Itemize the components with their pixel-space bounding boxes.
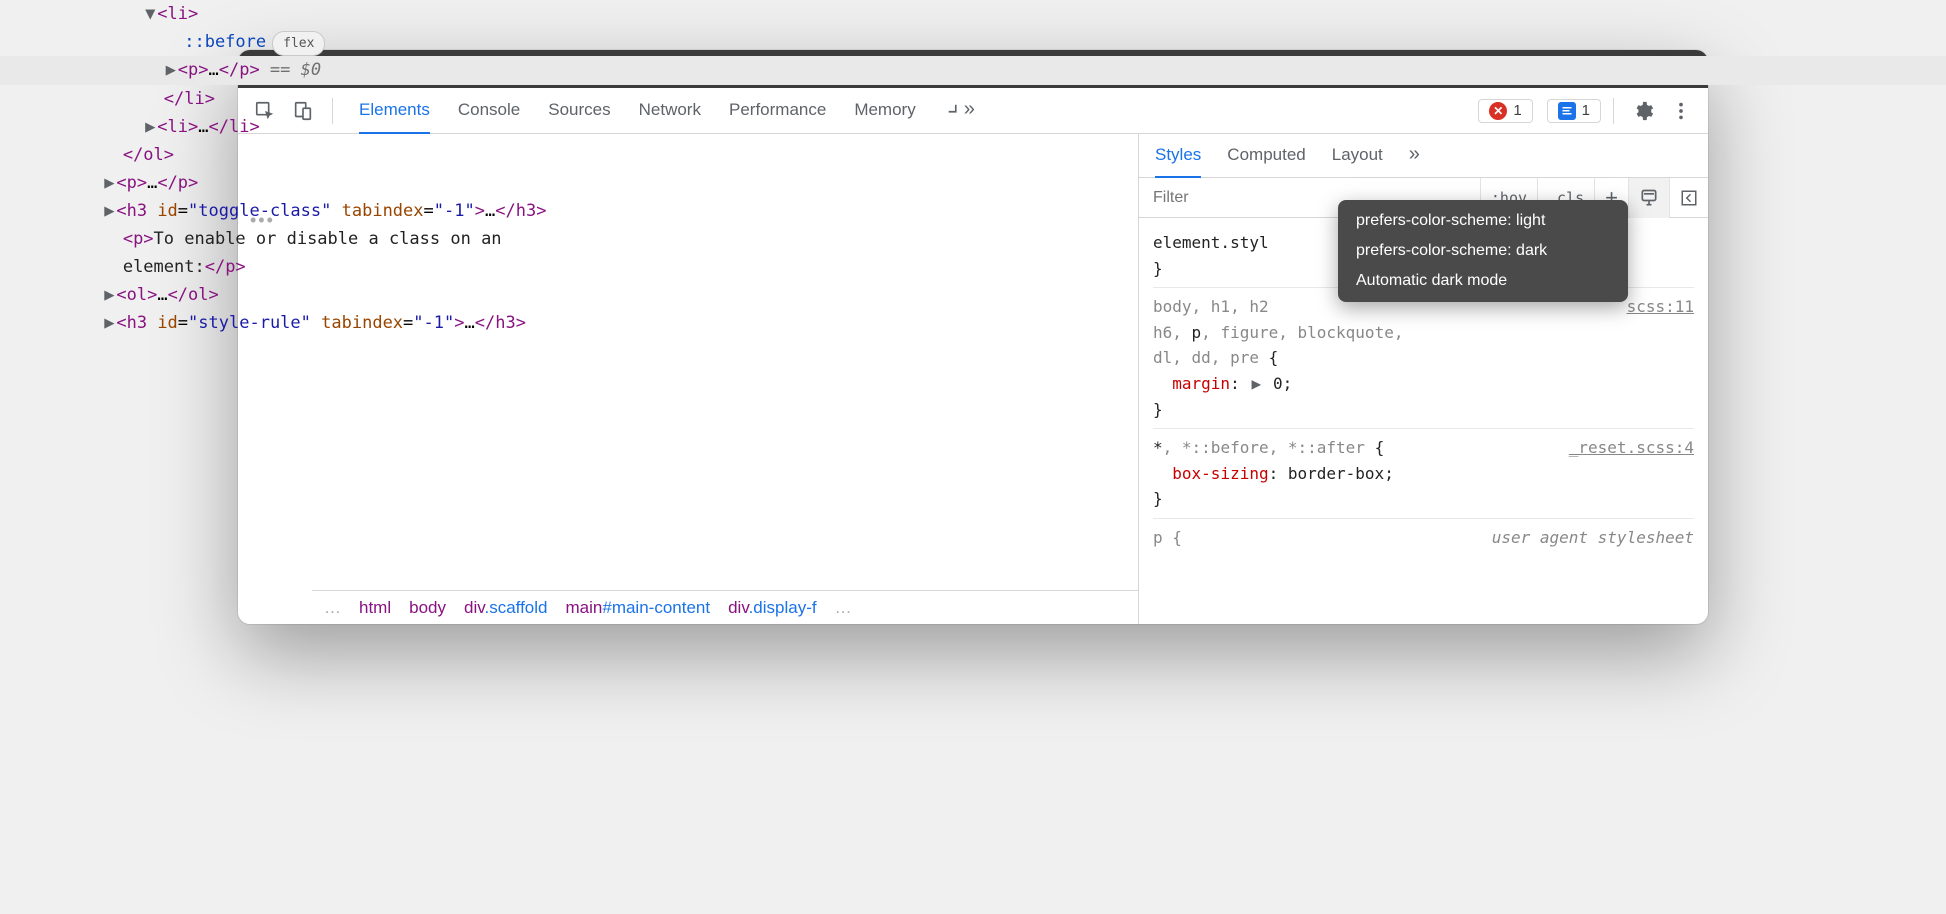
style-rule[interactable]: scss:11 body, h1, h2 h6, p, figure, bloc… xyxy=(1153,288,1694,429)
rendering-emulations-menu: prefers-color-scheme: light prefers-colo… xyxy=(1338,200,1628,302)
styles-tabs: Styles Computed Layout » xyxy=(1139,134,1708,178)
selector: p { xyxy=(1153,528,1182,547)
css-value[interactable]: 0 xyxy=(1273,374,1283,393)
css-value[interactable]: border-box xyxy=(1288,464,1384,483)
menu-item-prefers-dark[interactable]: prefers-color-scheme: dark xyxy=(1338,236,1628,266)
styles-panel: Styles Computed Layout » :hov .cls + xyxy=(1138,134,1708,624)
source-link[interactable]: scss:11 xyxy=(1627,294,1694,320)
tab-computed[interactable]: Computed xyxy=(1227,134,1305,178)
styles-tabs-overflow[interactable]: » xyxy=(1409,134,1420,178)
dom-line-selected[interactable]: ▶<p>…</p> == $0 xyxy=(238,56,1708,84)
selector: element.styl xyxy=(1153,233,1269,252)
computed-toggle-button[interactable] xyxy=(1669,178,1708,218)
devtools-body: ••• ▼<li> ::beforeflex ▶<p>…</p> == $0 <… xyxy=(238,134,1708,624)
menu-item-auto-dark[interactable]: Automatic dark mode xyxy=(1338,266,1628,296)
menu-item-prefers-light[interactable]: prefers-color-scheme: light xyxy=(1338,206,1628,236)
user-agent-label: user agent stylesheet xyxy=(1492,525,1694,551)
tab-styles[interactable]: Styles xyxy=(1155,134,1201,178)
dom-line[interactable]: </li> xyxy=(238,85,1708,113)
selector: body, h1, h2 xyxy=(1153,297,1269,316)
source-link[interactable]: _reset.scss:4 xyxy=(1569,435,1694,461)
style-rule[interactable]: _reset.scss:4 *, *::before, *::after { b… xyxy=(1153,429,1694,519)
devtools-window: DevTools - localhost:8080/docs/devtools/… xyxy=(238,50,1708,624)
tab-layout[interactable]: Layout xyxy=(1332,134,1383,178)
css-property[interactable]: margin xyxy=(1172,374,1230,393)
rendering-emulations-button[interactable] xyxy=(1628,178,1669,218)
css-property[interactable]: box-sizing xyxy=(1172,464,1268,483)
style-rule[interactable]: user agent stylesheet p { xyxy=(1153,519,1694,557)
